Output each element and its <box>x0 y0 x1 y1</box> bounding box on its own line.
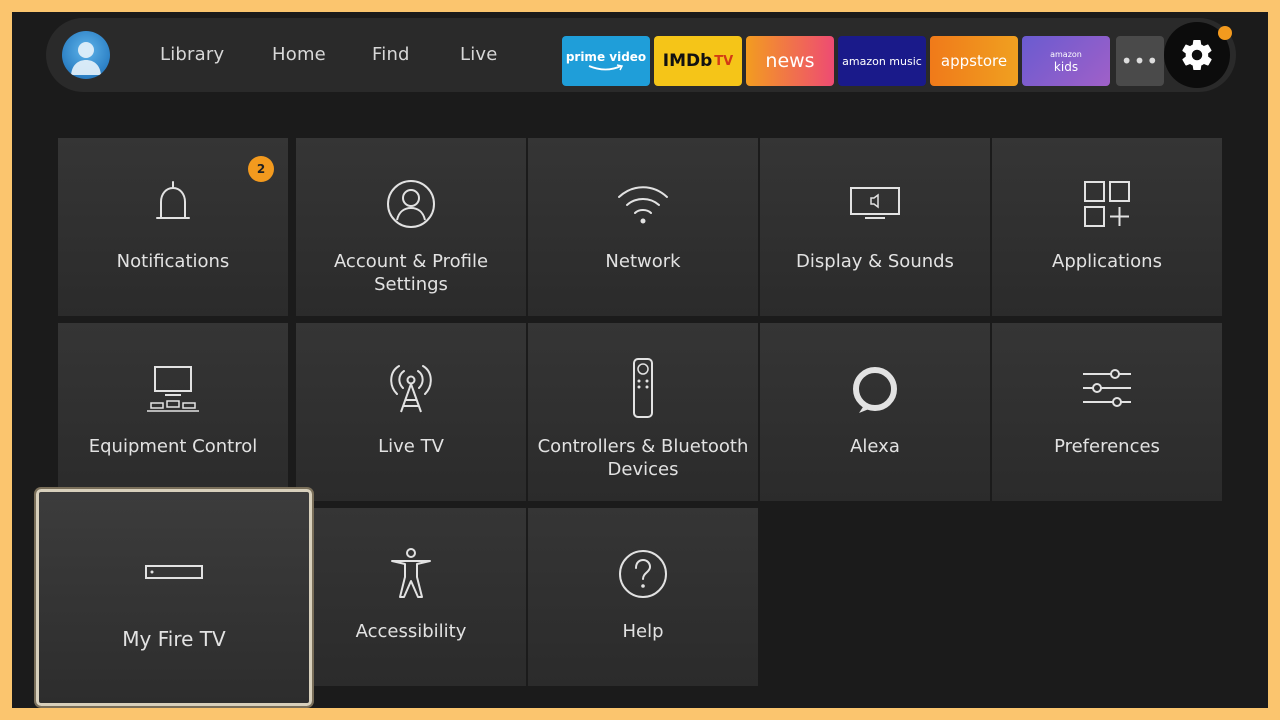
top-nav-bar: Library Home Find Live prime video IMDb T… <box>46 18 1236 92</box>
app-news[interactable]: news <box>746 36 834 86</box>
imdb-tv-label: TV <box>714 53 734 69</box>
nav-library[interactable]: Library <box>160 18 224 92</box>
amazon-kids-label: kids <box>1053 60 1079 74</box>
display-icon <box>850 187 900 219</box>
more-dots-icon: ••• <box>1120 49 1160 73</box>
settings-notification-dot <box>1218 26 1232 40</box>
tile-label: Notifications <box>116 251 230 272</box>
app-appstore[interactable]: appstore <box>930 36 1018 86</box>
wifi-icon <box>618 186 668 224</box>
app-imdb-tv[interactable]: IMDb TV <box>654 36 742 86</box>
fire-tv-device-icon <box>145 565 203 579</box>
tile-live-tv[interactable]: Live TV <box>296 323 526 501</box>
apps-grid-icon <box>1084 181 1130 227</box>
tile-label: Display & Sounds <box>796 251 954 272</box>
more-apps-button[interactable]: ••• <box>1116 36 1164 86</box>
tile-label: Help <box>622 621 664 642</box>
equipment-icon <box>147 366 199 412</box>
tile-help[interactable]: Help <box>528 508 758 686</box>
tile-label: Accessibility <box>355 621 467 642</box>
person-icon <box>387 180 435 228</box>
remote-icon <box>633 358 653 418</box>
tile-alexa[interactable]: Alexa <box>760 323 990 501</box>
tile-my-fire-tv[interactable]: My Fire TV <box>36 489 312 706</box>
prime-smile-icon <box>588 63 624 70</box>
tile-label: Preferences <box>1054 436 1160 457</box>
nav-live[interactable]: Live <box>460 18 498 92</box>
tile-network[interactable]: Network <box>528 138 758 316</box>
notifications-count-badge: 2 <box>248 156 274 182</box>
tile-label: Controllers & Bluetooth Devices <box>537 436 749 480</box>
news-label: news <box>765 50 815 72</box>
prime-video-label: prime video <box>565 49 647 64</box>
app-prime-video[interactable]: prime video <box>562 36 650 86</box>
gear-icon <box>1182 39 1212 71</box>
app-amazon-kids[interactable]: amazon kids <box>1022 36 1110 86</box>
tile-applications[interactable]: Applications <box>992 138 1222 316</box>
appstore-label: appstore <box>940 52 1008 70</box>
antenna-icon <box>390 365 432 413</box>
tile-label: Alexa <box>850 436 900 457</box>
tile-preferences[interactable]: Preferences <box>992 323 1222 501</box>
bell-icon <box>156 181 190 219</box>
tile-controllers-bluetooth[interactable]: Controllers & Bluetooth Devices <box>528 323 758 501</box>
accessibility-icon <box>391 548 431 598</box>
tile-account-profile-settings[interactable]: Account & Profile Settings <box>296 138 526 316</box>
tile-label: Live TV <box>378 436 444 457</box>
profile-avatar[interactable] <box>62 31 110 79</box>
help-icon <box>619 550 667 598</box>
sliders-icon <box>1083 369 1131 407</box>
tile-label: Applications <box>1052 251 1162 272</box>
tile-display-sounds[interactable]: Display & Sounds <box>760 138 990 316</box>
nav-home[interactable]: Home <box>272 18 326 92</box>
fire-tv-settings-screen: Library Home Find Live prime video IMDb T… <box>12 12 1268 708</box>
app-amazon-music[interactable]: amazon music <box>838 36 926 86</box>
nav-find[interactable]: Find <box>372 18 410 92</box>
imdb-label: IMDb <box>662 51 713 71</box>
tile-label: Equipment Control <box>88 436 258 457</box>
amazon-music-label: amazon music <box>842 54 922 68</box>
tile-equipment-control[interactable]: Equipment Control <box>58 323 288 501</box>
tile-accessibility[interactable]: Accessibility <box>296 508 526 686</box>
alexa-ring-icon <box>853 367 897 413</box>
tile-label: My Fire TV <box>122 627 226 651</box>
tile-label: Account & Profile Settings <box>333 251 489 295</box>
tile-label: Network <box>605 251 681 272</box>
